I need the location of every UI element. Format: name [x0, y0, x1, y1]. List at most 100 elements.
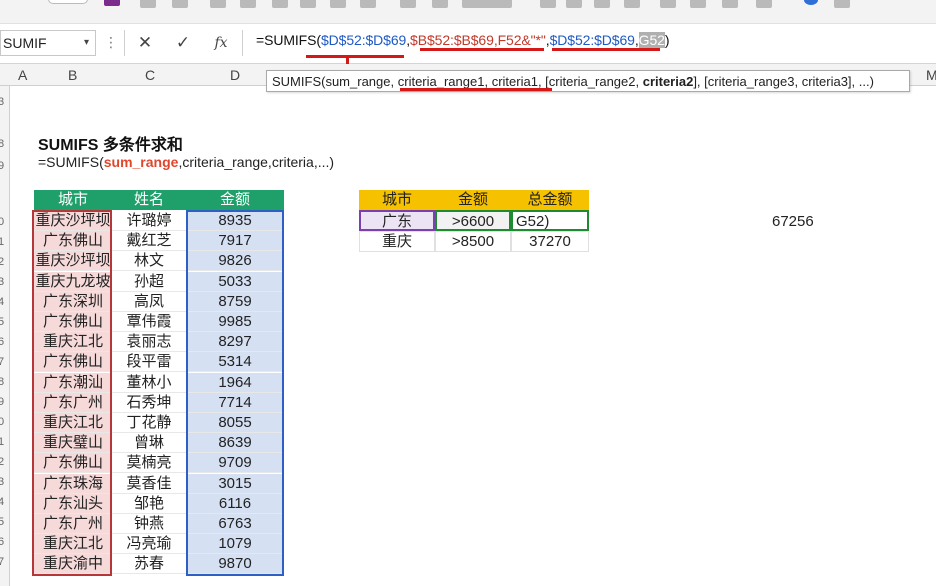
row-number[interactable]: 9: [0, 396, 4, 408]
crit-header-amount[interactable]: 金额: [435, 190, 511, 210]
row-number[interactable]: 0: [0, 416, 4, 428]
name-box[interactable]: SUMIF ▾: [0, 30, 96, 56]
more-icon[interactable]: ⋮: [104, 34, 118, 51]
cell-city[interactable]: 重庆渝中: [34, 554, 112, 575]
cell-name[interactable]: 钟燕: [112, 514, 186, 534]
header-name[interactable]: 姓名: [112, 190, 186, 210]
cell-amount[interactable]: 5033: [186, 271, 284, 292]
crit-cell-amount-2[interactable]: >8500: [435, 231, 511, 252]
cell-city[interactable]: 广东汕头: [34, 493, 112, 514]
crit-cell-total-2[interactable]: 37270: [511, 231, 589, 252]
cell-amount[interactable]: 5314: [186, 352, 284, 373]
row-number[interactable]: 6: [0, 536, 4, 548]
cell-name[interactable]: 冯亮瑜: [112, 534, 186, 555]
cell-name[interactable]: 曾琳: [112, 433, 186, 454]
cell-city[interactable]: 重庆九龙坡: [34, 271, 112, 292]
cell-city[interactable]: 广东佛山: [34, 352, 112, 373]
cell-amount[interactable]: 6763: [186, 514, 284, 534]
eraser-icon[interactable]: [360, 0, 376, 8]
cell-city[interactable]: 重庆沙坪坝: [34, 211, 112, 231]
cell-city[interactable]: 重庆江北: [34, 534, 112, 555]
cell-name[interactable]: 许璐婷: [112, 211, 186, 231]
clear-icon[interactable]: [240, 0, 256, 8]
tooltip-param-sum-range[interactable]: sum_range: [325, 74, 390, 89]
cell-city[interactable]: 广东珠海: [34, 473, 112, 494]
cell-city[interactable]: 广东佛山: [34, 453, 112, 474]
row-number[interactable]: 1: [0, 236, 4, 248]
active-cell[interactable]: G52): [511, 210, 589, 231]
save-icon[interactable]: [104, 0, 120, 6]
row-number[interactable]: 0: [0, 216, 4, 228]
border-icon[interactable]: [300, 0, 316, 8]
header-amount[interactable]: 金额: [186, 190, 284, 210]
row-number[interactable]: 2: [0, 456, 4, 468]
enter-icon[interactable]: ✓: [171, 31, 195, 55]
cell-amount[interactable]: 8297: [186, 332, 284, 353]
table-icon[interactable]: [540, 0, 556, 8]
crit-header-city[interactable]: 城市: [359, 190, 435, 210]
column-header-c[interactable]: C: [145, 67, 155, 83]
cell-city[interactable]: 重庆沙坪坝: [34, 251, 112, 272]
search-icon[interactable]: [722, 0, 738, 8]
cell-amount[interactable]: 9870: [186, 554, 284, 575]
header-city[interactable]: 城市: [34, 190, 112, 210]
row-number[interactable]: 6: [0, 336, 4, 348]
result-value[interactable]: 67256: [772, 213, 814, 230]
tooltip-param-criteria2-current[interactable]: criteria2: [643, 74, 694, 89]
cell-city[interactable]: 重庆江北: [34, 413, 112, 433]
cell-name[interactable]: 戴红芝: [112, 231, 186, 252]
layout-icon[interactable]: [594, 0, 610, 8]
cell-name[interactable]: 董林小: [112, 373, 186, 393]
cell-name[interactable]: 莫香佳: [112, 474, 186, 494]
row-number[interactable]: 8: [0, 138, 4, 150]
pen-icon[interactable]: [330, 0, 346, 8]
format-painter-icon[interactable]: [210, 0, 226, 8]
cell-name[interactable]: 石秀坤: [112, 393, 186, 413]
sort-icon[interactable]: [400, 0, 416, 8]
crit-header-total[interactable]: 总金额: [511, 190, 589, 210]
tooltip-param-criteria1[interactable]: criteria1: [492, 74, 538, 89]
cell-amount[interactable]: 3015: [186, 473, 284, 494]
insert-function-icon[interactable]: fx: [209, 31, 233, 55]
cell-name[interactable]: 孙超: [112, 272, 186, 292]
row-number[interactable]: 5: [0, 516, 4, 528]
row-number[interactable]: 8: [0, 376, 4, 388]
format-dropdown[interactable]: [462, 0, 512, 8]
sort-az-icon[interactable]: [432, 0, 448, 8]
crit-cell-city-2[interactable]: 重庆: [359, 231, 435, 252]
cell-amount[interactable]: 7714: [186, 392, 284, 413]
cell-name[interactable]: 邹艳: [112, 494, 186, 514]
row-number[interactable]: 4: [0, 496, 4, 508]
cell-amount[interactable]: 8759: [186, 291, 284, 312]
cell-city[interactable]: 重庆江北: [34, 332, 112, 353]
row-number[interactable]: 5: [0, 316, 4, 328]
redo-icon[interactable]: [172, 0, 188, 8]
row-number[interactable]: 3: [0, 96, 4, 108]
fill-icon[interactable]: [272, 0, 288, 8]
cell-name[interactable]: 丁花静: [112, 413, 186, 433]
share-icon[interactable]: [756, 0, 772, 8]
cell-name[interactable]: 段平雷: [112, 352, 186, 373]
grid-icon[interactable]: [566, 0, 582, 8]
cell-amount[interactable]: 6116: [186, 493, 284, 514]
cell-amount[interactable]: 9826: [186, 251, 284, 272]
column-header-a[interactable]: A: [18, 67, 27, 83]
cell-amount[interactable]: 1079: [186, 534, 284, 555]
cell-city[interactable]: 广东佛山: [34, 312, 112, 332]
cell-name[interactable]: 林文: [112, 251, 186, 272]
column-header-m[interactable]: M: [926, 67, 936, 83]
tooltip-param-criteria-range1[interactable]: criteria_range1: [398, 74, 485, 89]
row-number[interactable]: 7: [0, 356, 4, 368]
cell-amount[interactable]: 8935: [186, 211, 284, 231]
cell-name[interactable]: 高凤: [112, 292, 186, 312]
crit-cell-city-1[interactable]: 广东: [359, 210, 435, 231]
cell-amount[interactable]: 7917: [186, 231, 284, 252]
cell-city[interactable]: 广东潮汕: [34, 372, 112, 393]
formula-input[interactable]: =SUMIFS($D$52:$D$69,$B$52:$B$69,F52&"*",…: [256, 32, 669, 48]
row-number[interactable]: 3: [0, 476, 4, 488]
row-number[interactable]: 9: [0, 160, 4, 172]
more-options-icon[interactable]: [834, 0, 850, 8]
cell-amount[interactable]: 9985: [186, 312, 284, 332]
account-icon[interactable]: [804, 0, 818, 5]
row-number[interactable]: 2: [0, 256, 4, 268]
